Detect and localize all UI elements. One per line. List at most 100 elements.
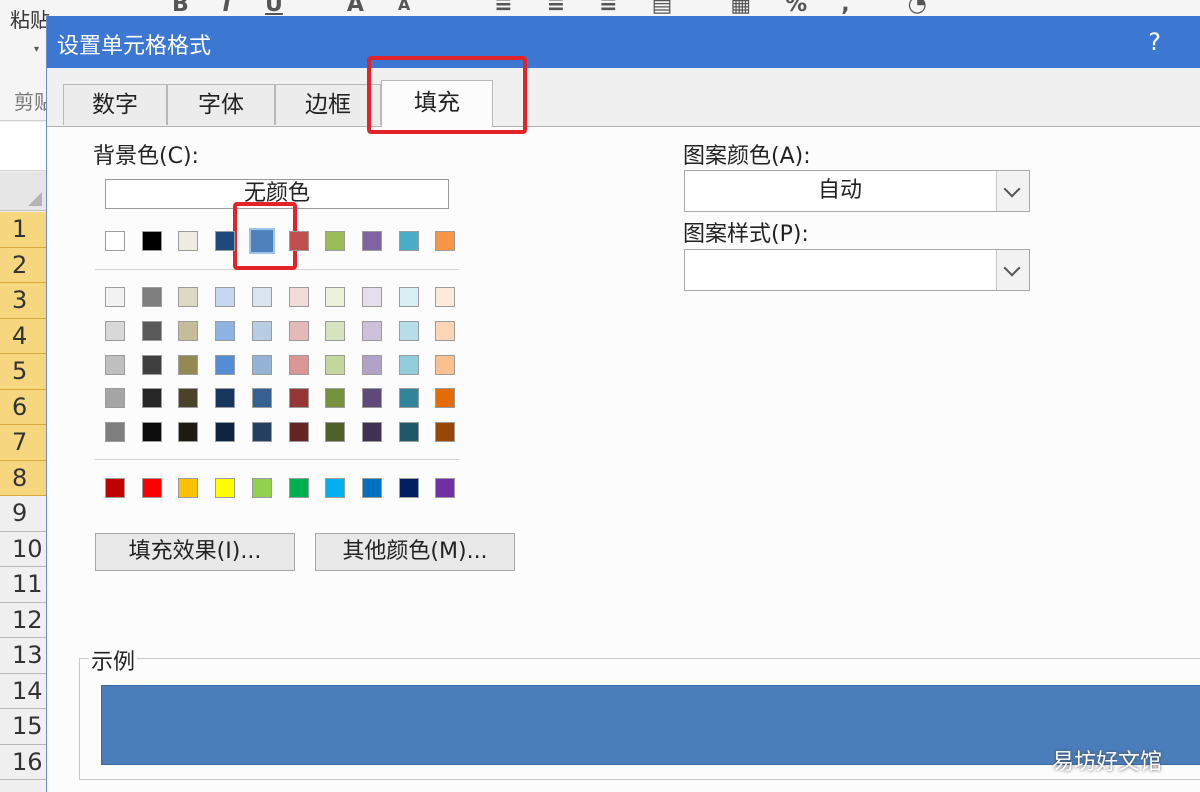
percent-icon[interactable]: % <box>785 0 807 17</box>
chevron-down-icon[interactable] <box>996 171 1029 211</box>
color-swatch[interactable] <box>288 354 309 375</box>
color-swatch[interactable] <box>361 422 382 443</box>
color-swatch[interactable] <box>141 422 162 443</box>
dialog-titlebar[interactable]: 设置单元格格式 ? <box>47 16 1200 68</box>
color-swatch[interactable] <box>398 231 419 251</box>
paste-dropdown-icon[interactable]: ▾ <box>34 44 39 55</box>
color-swatch[interactable] <box>178 422 199 443</box>
font-grow-icon[interactable]: A <box>347 0 364 17</box>
color-swatch[interactable] <box>178 354 199 375</box>
color-swatch[interactable] <box>105 354 125 375</box>
color-swatch[interactable] <box>251 320 272 341</box>
color-swatch[interactable] <box>325 388 346 409</box>
color-swatch[interactable] <box>435 422 456 443</box>
row-header[interactable]: 3 <box>0 283 46 319</box>
color-swatch[interactable] <box>325 231 346 251</box>
color-swatch[interactable] <box>288 388 309 409</box>
color-swatch-selected[interactable] <box>248 228 275 254</box>
color-swatch[interactable] <box>288 231 309 251</box>
color-swatch[interactable] <box>435 320 456 341</box>
color-swatch[interactable] <box>325 287 346 307</box>
row-header[interactable]: 14 <box>0 673 46 709</box>
color-swatch[interactable] <box>398 422 419 443</box>
color-swatch[interactable] <box>178 287 199 307</box>
row-header[interactable]: 11 <box>0 567 46 603</box>
color-swatch[interactable] <box>361 478 382 498</box>
color-swatch[interactable] <box>288 422 309 443</box>
color-swatch[interactable] <box>361 388 382 409</box>
color-swatch[interactable] <box>325 422 346 443</box>
color-swatch[interactable] <box>435 287 456 307</box>
row-header[interactable]: 7 <box>0 425 46 461</box>
color-swatch[interactable] <box>105 478 125 498</box>
color-swatch[interactable] <box>251 354 272 375</box>
color-swatch[interactable] <box>178 231 199 251</box>
align-right-icon[interactable]: ≡ <box>599 0 617 17</box>
color-swatch[interactable] <box>215 422 236 443</box>
color-swatch[interactable] <box>215 231 236 251</box>
wrap-icon[interactable]: ▤ <box>652 0 673 17</box>
tab-number[interactable]: 数字 <box>63 84 167 125</box>
align-center-icon[interactable]: ≡ <box>547 0 565 17</box>
color-swatch[interactable] <box>251 422 272 443</box>
tab-font[interactable]: 字体 <box>167 84 275 125</box>
row-header[interactable]: 13 <box>0 638 46 674</box>
color-swatch[interactable] <box>251 478 272 498</box>
color-swatch[interactable] <box>105 287 125 307</box>
row-header[interactable]: 8 <box>0 460 46 496</box>
help-icon[interactable]: ? <box>1148 28 1161 56</box>
color-swatch[interactable] <box>398 478 419 498</box>
color-swatch[interactable] <box>105 422 125 443</box>
row-header[interactable]: 6 <box>0 389 46 425</box>
color-swatch[interactable] <box>215 478 236 498</box>
color-swatch[interactable] <box>105 231 125 251</box>
color-swatch[interactable] <box>178 388 199 409</box>
color-swatch[interactable] <box>141 231 162 251</box>
bold-icon[interactable]: B <box>172 0 189 17</box>
color-swatch[interactable] <box>435 354 456 375</box>
select-all-corner[interactable] <box>0 172 46 211</box>
color-swatch[interactable] <box>141 388 162 409</box>
color-swatch[interactable] <box>251 388 272 409</box>
color-swatch[interactable] <box>288 478 309 498</box>
row-header[interactable]: 4 <box>0 318 46 354</box>
color-swatch[interactable] <box>361 287 382 307</box>
color-swatch[interactable] <box>141 320 162 341</box>
font-shrink-icon[interactable]: A <box>398 0 410 14</box>
fill-effects-button[interactable]: 填充效果(I)... <box>95 533 295 571</box>
color-swatch[interactable] <box>215 388 236 409</box>
color-swatch[interactable] <box>141 287 162 307</box>
paste-button[interactable]: 粘贴 <box>10 4 50 33</box>
color-swatch[interactable] <box>215 320 236 341</box>
pattern-color-select[interactable]: 自动 <box>684 170 1030 212</box>
row-header[interactable]: 1 <box>0 212 46 248</box>
tab-border[interactable]: 边框 <box>275 84 381 125</box>
color-swatch[interactable] <box>251 287 272 307</box>
color-swatch[interactable] <box>215 287 236 307</box>
color-swatch[interactable] <box>105 320 125 341</box>
color-swatch[interactable] <box>141 354 162 375</box>
row-header[interactable]: 12 <box>0 602 46 638</box>
more-colors-button[interactable]: 其他颜色(M)... <box>315 533 515 571</box>
color-swatch[interactable] <box>398 287 419 307</box>
row-header[interactable]: 5 <box>0 354 46 390</box>
color-swatch[interactable] <box>361 231 382 251</box>
color-swatch[interactable] <box>398 354 419 375</box>
no-color-button[interactable]: 无颜色 <box>105 179 449 209</box>
comma-icon[interactable]: , <box>841 0 849 17</box>
color-swatch[interactable] <box>361 354 382 375</box>
color-swatch[interactable] <box>288 287 309 307</box>
color-swatch[interactable] <box>288 320 309 341</box>
italic-icon[interactable]: I <box>223 0 231 17</box>
row-header[interactable]: 16 <box>0 744 46 780</box>
color-swatch[interactable] <box>398 320 419 341</box>
row-header[interactable]: 10 <box>0 531 46 567</box>
row-header[interactable]: 2 <box>0 247 46 283</box>
color-swatch[interactable] <box>325 354 346 375</box>
color-swatch[interactable] <box>178 478 199 498</box>
color-swatch[interactable] <box>398 388 419 409</box>
color-swatch[interactable] <box>325 320 346 341</box>
color-swatch[interactable] <box>178 320 199 341</box>
chevron-down-icon[interactable] <box>996 250 1029 290</box>
align-left-icon[interactable]: ≡ <box>494 0 512 17</box>
